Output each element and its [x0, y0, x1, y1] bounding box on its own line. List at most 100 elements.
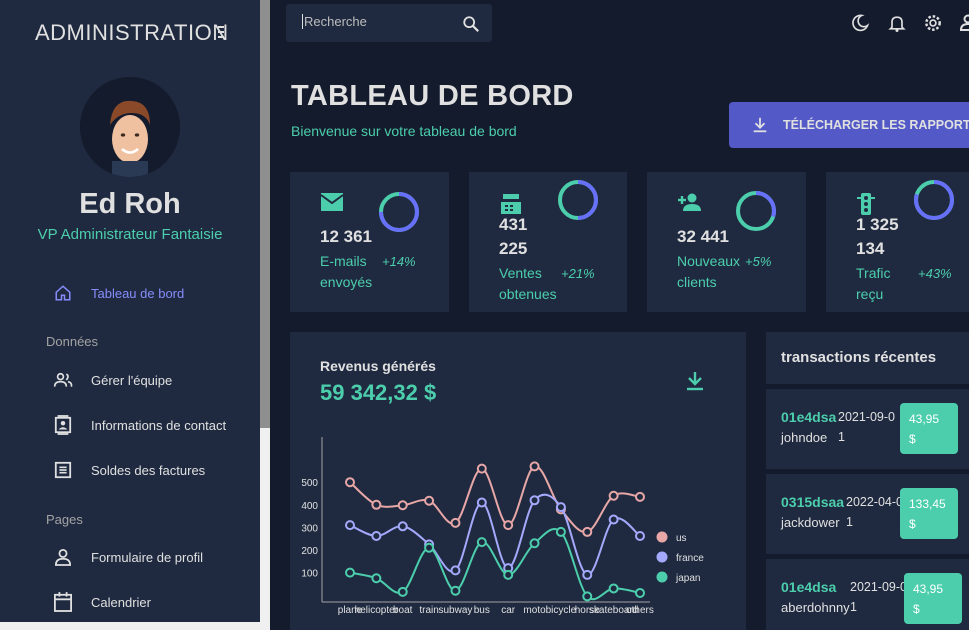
- y-tick-label: 100: [301, 569, 318, 580]
- search-box: [286, 4, 492, 42]
- stat-label: E-mails: [320, 253, 367, 269]
- progress-ring: [379, 192, 419, 232]
- data-point-japan: [582, 591, 593, 602]
- stat-label: Nouveaux: [677, 253, 741, 269]
- transaction-row: 01e4dsa aberdohnny 2021-09-01 43,95 $: [766, 559, 969, 630]
- stat-value: 12 361: [320, 227, 372, 246]
- search-icon[interactable]: [462, 15, 480, 33]
- scrollbar-track: [260, 428, 270, 622]
- stat-card-traffic: 1 325 134 Trafic reçu +43%: [826, 172, 969, 312]
- user-name: Ed Roh: [79, 188, 181, 220]
- revenue-panel: Revenus générés 59 342,32 $ 100 200 300 400…: [290, 332, 746, 630]
- sidebar-item-label: Soldes des factures: [91, 462, 206, 478]
- data-point-japan: [555, 526, 566, 537]
- data-point-japan: [503, 569, 514, 580]
- legend-marker-us: [656, 531, 668, 543]
- sidebar-item-label: Informations de contact: [91, 417, 227, 433]
- transaction-date: 2021-09-01: [838, 410, 895, 444]
- person-add-icon: [677, 192, 703, 218]
- sidebar-item-label: Gérer l'équipe: [91, 372, 173, 388]
- person-icon: [52, 546, 74, 568]
- stat-label: envoyés: [320, 274, 373, 290]
- sidebar-scrollbar[interactable]: [260, 0, 270, 622]
- stat-increase: +5%: [745, 254, 772, 269]
- email-icon: [320, 192, 346, 218]
- legend-label-japan: japan: [675, 573, 700, 584]
- transaction-date: 2021-09-01: [850, 580, 907, 614]
- revenue-line-chart: 100200300400500planehelicopterboat train s…: [301, 437, 704, 616]
- section-label-pages: Pages: [46, 512, 83, 527]
- data-point-france: [529, 495, 540, 506]
- data-point-japan: [345, 567, 355, 578]
- data-point-france: [635, 531, 645, 541]
- horizontal-scrollbar: [0, 622, 270, 630]
- search-input[interactable]: [302, 14, 452, 29]
- settings-icon[interactable]: [923, 13, 943, 33]
- sidebar-item-contacts[interactable]: Informations de contact: [52, 413, 262, 437]
- scrollbar-thumb[interactable]: [260, 0, 270, 428]
- sidebar-item-invoices[interactable]: Soldes des factures: [52, 458, 205, 482]
- sidebar-item-calendar[interactable]: Calendrier: [52, 590, 151, 614]
- data-point-france: [450, 565, 461, 576]
- calendar-icon: [52, 591, 74, 613]
- legend-marker-japan: [656, 571, 668, 583]
- sidebar-item-label: Formulaire de profil: [91, 549, 203, 565]
- data-point-japan: [635, 587, 645, 598]
- menu-icon[interactable]: [218, 26, 226, 40]
- data-point-us: [582, 526, 593, 537]
- stat-card-clients: 32 441 Nouveaux clients +5%: [647, 172, 806, 312]
- sidebar-title: ADMINISTRATION: [35, 20, 229, 45]
- data-point-japan: [608, 583, 619, 594]
- x-tick-label: bicycle: [546, 605, 577, 616]
- transactions-header: transactions récentes: [766, 332, 969, 384]
- x-tick-label: bus: [474, 605, 490, 616]
- legend-label-us: us: [676, 533, 687, 544]
- sidebar-item-team[interactable]: Gérer l'équipe: [52, 368, 172, 392]
- data-point-us: [608, 490, 619, 501]
- person-icon[interactable]: [958, 13, 969, 33]
- page-title: TABLEAU DE BORD: [291, 80, 574, 112]
- stat-increase: +14%: [382, 254, 416, 269]
- data-point-japan: [371, 573, 382, 584]
- data-point-us: [450, 517, 461, 528]
- data-point-france: [397, 521, 408, 532]
- y-tick-label: 300: [301, 523, 318, 534]
- stat-value: 134: [856, 239, 885, 258]
- user-role: VP Administrateur Fantaisie: [37, 226, 223, 243]
- stat-label: reçu: [856, 286, 884, 302]
- avatar: [80, 77, 180, 177]
- x-tick-label: others: [626, 605, 654, 616]
- data-point-france: [476, 497, 487, 508]
- page-subtitle: Bienvenue sur votre tableau de bord: [291, 123, 517, 139]
- transaction-date: 2022-04-01: [846, 495, 903, 529]
- stat-label: Ventes: [499, 265, 542, 281]
- stat-value: 32 441: [677, 227, 729, 246]
- sidebar-item-profile-form[interactable]: Formulaire de profil: [52, 545, 203, 569]
- data-point-us: [397, 500, 408, 511]
- download-reports-button[interactable]: TÉLÉCHARGER LES RAPPORTS: [729, 102, 969, 148]
- x-tick-label: car: [501, 605, 516, 616]
- x-tick-label: subway: [439, 605, 473, 616]
- people-icon: [52, 369, 74, 391]
- y-tick-label: 500: [301, 478, 318, 489]
- stat-value: 1 325: [856, 215, 899, 234]
- stat-value: 431: [499, 215, 528, 234]
- y-tick-label: 400: [301, 501, 318, 512]
- data-point-france: [345, 520, 355, 531]
- transaction-user: johndoe: [781, 430, 828, 445]
- progress-ring: [558, 180, 598, 220]
- transaction-cost: 43,95 $: [900, 403, 958, 454]
- data-point-france: [371, 531, 382, 541]
- stat-card-sales: 431 225 Ventes obtenues +21%: [469, 172, 627, 312]
- sidebar-item-dashboard[interactable]: Tableau de bord: [52, 281, 184, 305]
- dark-mode-icon[interactable]: [850, 13, 870, 33]
- stat-increase: +43%: [918, 266, 952, 281]
- home-icon: [52, 282, 74, 304]
- sidebar-item-label: Calendrier: [91, 594, 151, 610]
- notifications-icon[interactable]: [887, 13, 907, 33]
- data-point-us: [476, 463, 487, 474]
- receipt-icon: [52, 459, 74, 481]
- transaction-cost: 43,95 $: [904, 573, 962, 624]
- x-tick-label: moto: [523, 605, 546, 616]
- contacts-icon: [52, 414, 74, 436]
